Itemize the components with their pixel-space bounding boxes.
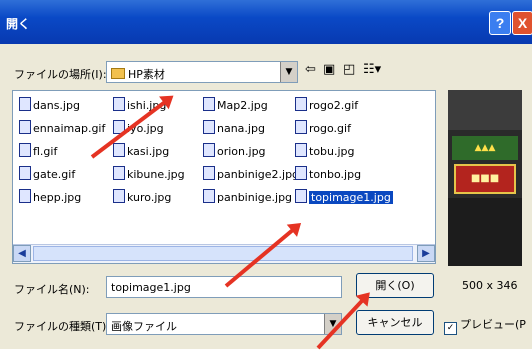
filename-value: topimage1.jpg	[111, 281, 191, 294]
file-item[interactable]: kuro.jpg	[113, 189, 171, 205]
file-name: gate.gif	[33, 168, 76, 181]
image-file-icon	[113, 97, 125, 111]
file-item[interactable]: Map2.jpg	[203, 97, 268, 113]
image-file-icon	[203, 189, 215, 203]
file-name: topimage1.jpg	[309, 191, 393, 204]
file-item[interactable]: panbinige2.jpg	[203, 166, 299, 182]
cancel-button[interactable]: キャンセル	[356, 310, 434, 335]
filename-input[interactable]: topimage1.jpg	[106, 276, 342, 298]
back-arrow-icon[interactable]: ⇦	[305, 62, 316, 77]
file-item[interactable]: nana.jpg	[203, 120, 265, 136]
image-file-icon	[19, 189, 31, 203]
file-item[interactable]: kibune.jpg	[113, 166, 185, 182]
image-file-icon	[295, 120, 307, 134]
file-item[interactable]: orion.jpg	[203, 143, 266, 159]
file-item[interactable]: hepp.jpg	[19, 189, 81, 205]
file-name: panbinige.jpg	[217, 191, 293, 204]
file-name: kasi.jpg	[127, 145, 170, 158]
file-name: Map2.jpg	[217, 99, 268, 112]
preview-checkbox-row[interactable]: ✓ プレビュー(P	[444, 316, 526, 335]
preview-checkbox-label: プレビュー(P	[460, 318, 526, 331]
image-file-icon	[113, 166, 125, 180]
help-button[interactable]: ?	[489, 11, 511, 35]
file-item[interactable]: gate.gif	[19, 166, 75, 182]
image-file-icon	[19, 143, 31, 157]
file-item[interactable]: rogo2.gif	[295, 97, 358, 113]
file-name: kibune.jpg	[127, 168, 185, 181]
image-file-icon	[203, 97, 215, 111]
image-file-icon	[19, 97, 31, 111]
file-item[interactable]: tonbo.jpg	[295, 166, 361, 182]
image-file-icon	[295, 97, 307, 111]
file-name: dans.jpg	[33, 99, 80, 112]
file-item[interactable]: dans.jpg	[19, 97, 80, 113]
file-item[interactable]: tobu.jpg	[295, 143, 355, 159]
file-list[interactable]: dans.jpg ennaimap.gif fl.gif gate.gif hepp.j…	[12, 90, 436, 264]
location-combo[interactable]: HP素材 ▼	[106, 61, 298, 83]
file-name: tonbo.jpg	[309, 168, 362, 181]
preview-checkbox[interactable]: ✓	[444, 322, 457, 335]
image-file-icon	[203, 120, 215, 134]
image-file-icon	[203, 166, 215, 180]
file-name: ennaimap.gif	[33, 122, 106, 135]
file-name: rogo2.gif	[309, 99, 359, 112]
folder-icon	[111, 68, 125, 79]
horizontal-scrollbar[interactable]: ◀ ▶	[13, 244, 435, 263]
file-name: nana.jpg	[217, 122, 265, 135]
file-name: fl.gif	[33, 145, 58, 158]
image-file-icon	[19, 120, 31, 134]
location-label: ファイルの場所(I):	[14, 68, 107, 81]
scroll-thumb[interactable]	[33, 246, 413, 261]
image-file-icon	[203, 143, 215, 157]
file-item[interactable]: kasi.jpg	[113, 143, 169, 159]
preview-size: 500 x 346	[462, 279, 518, 292]
title-bar[interactable]: 開く ? X	[0, 0, 532, 44]
file-name: panbinige2.jpg	[217, 168, 300, 181]
open-file-dialog: 開く ? X ファイルの場所(I): HP素材 ▼ ⇦ ▣ ◰ ☷▾ dans.…	[0, 0, 532, 350]
file-name: orion.jpg	[217, 145, 266, 158]
image-file-icon	[295, 166, 307, 180]
file-item[interactable]: rogo.gif	[295, 120, 351, 136]
file-name: tobu.jpg	[309, 145, 355, 158]
preview-image: ▲▲▲ ■■■	[448, 90, 522, 266]
file-item[interactable]: topimage1.jpg	[295, 189, 393, 205]
image-file-icon	[113, 189, 125, 203]
file-name: rogo.gif	[309, 122, 351, 135]
filename-label: ファイル名(N):	[14, 283, 90, 296]
up-folder-icon[interactable]: ▣	[323, 62, 335, 77]
view-menu-icon[interactable]: ☷▾	[363, 62, 381, 77]
file-item[interactable]: panbinige.jpg	[203, 189, 292, 205]
image-file-icon	[295, 189, 307, 203]
filetype-value: 画像ファイル	[111, 320, 177, 333]
filetype-select[interactable]: 画像ファイル ▼	[106, 313, 342, 335]
file-item[interactable]: fl.gif	[19, 143, 57, 159]
filetype-label: ファイルの種類(T):	[14, 320, 111, 333]
scroll-right-icon[interactable]: ▶	[417, 245, 435, 262]
file-item[interactable]: ennaimap.gif	[19, 120, 105, 136]
new-folder-icon[interactable]: ◰	[343, 62, 355, 77]
dialog-title: 開く	[6, 17, 31, 31]
close-button[interactable]: X	[512, 11, 532, 35]
chevron-down-icon[interactable]: ▼	[280, 62, 297, 82]
image-file-icon	[113, 143, 125, 157]
file-name: hepp.jpg	[33, 191, 82, 204]
scroll-left-icon[interactable]: ◀	[13, 245, 31, 262]
image-file-icon	[295, 143, 307, 157]
image-file-icon	[19, 166, 31, 180]
location-value: HP素材	[128, 68, 165, 81]
file-name: kuro.jpg	[127, 191, 172, 204]
